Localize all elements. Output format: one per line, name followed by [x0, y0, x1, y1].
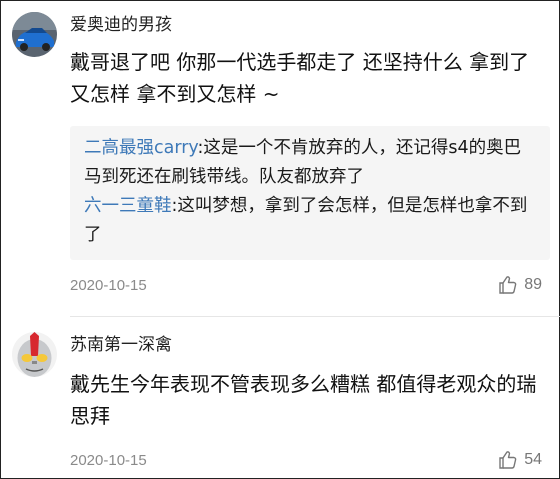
comment-item: 苏南第一深禽 戴先生今年表现不管表现多么糟糕 都值得老观众的瑞思拜 2020-1… [0, 318, 560, 478]
comment-date: 2020-10-15 [70, 277, 147, 294]
reply-username[interactable]: 六一三童鞋 [84, 196, 172, 216]
reply-item: 六一三童鞋:这叫梦想，拿到了会怎样，但是怎样也拿不到了 [84, 192, 536, 250]
comment-date: 2020-10-15 [70, 452, 147, 469]
thumbs-up-icon [499, 451, 517, 469]
reply-box[interactable]: 二高最强carry:这是一个不肯放弃的人，还记得s4的奥巴马到死还在刷钱带线。队… [70, 126, 550, 260]
ultraman-avatar-icon [12, 332, 57, 377]
like-button[interactable]: 89 [498, 275, 542, 295]
comment-text: 戴先生今年表现不管表现多么糟糕 都值得老观众的瑞思拜 [70, 368, 545, 432]
comment-text-content: 戴先生今年表现不管表现多么糟糕 都值得老观众的瑞思拜 [70, 372, 537, 428]
comment-item: 爱奥迪的男孩 戴哥退了吧 你那一代选手都走了 还坚持什么 拿到了又怎样 拿不到又… [0, 0, 560, 318]
username[interactable]: 苏南第一深禽 [70, 330, 172, 355]
like-count: 89 [524, 276, 542, 293]
comment-text: 戴哥退了吧 你那一代选手都走了 还坚持什么 拿到了又怎样 拿不到又怎样 ~ [70, 46, 545, 110]
username[interactable]: 爱奥迪的男孩 [70, 10, 172, 35]
reply-item: 二高最强carry:这是一个不肯放弃的人，还记得s4的奥巴马到死还在刷钱带线。队… [84, 134, 536, 192]
reply-username[interactable]: 二高最强carry [84, 138, 198, 158]
comment-divider [70, 316, 560, 317]
comment-text-content: 戴哥退了吧 你那一代选手都走了 还坚持什么 拿到了又怎样 拿不到又怎样 ~ [70, 50, 530, 106]
blue-car-avatar-icon [12, 12, 57, 57]
avatar[interactable] [12, 12, 57, 57]
like-count: 54 [524, 451, 542, 468]
avatar[interactable] [12, 332, 57, 377]
like-button[interactable]: 54 [498, 450, 542, 470]
thumbs-up-icon [499, 276, 517, 294]
